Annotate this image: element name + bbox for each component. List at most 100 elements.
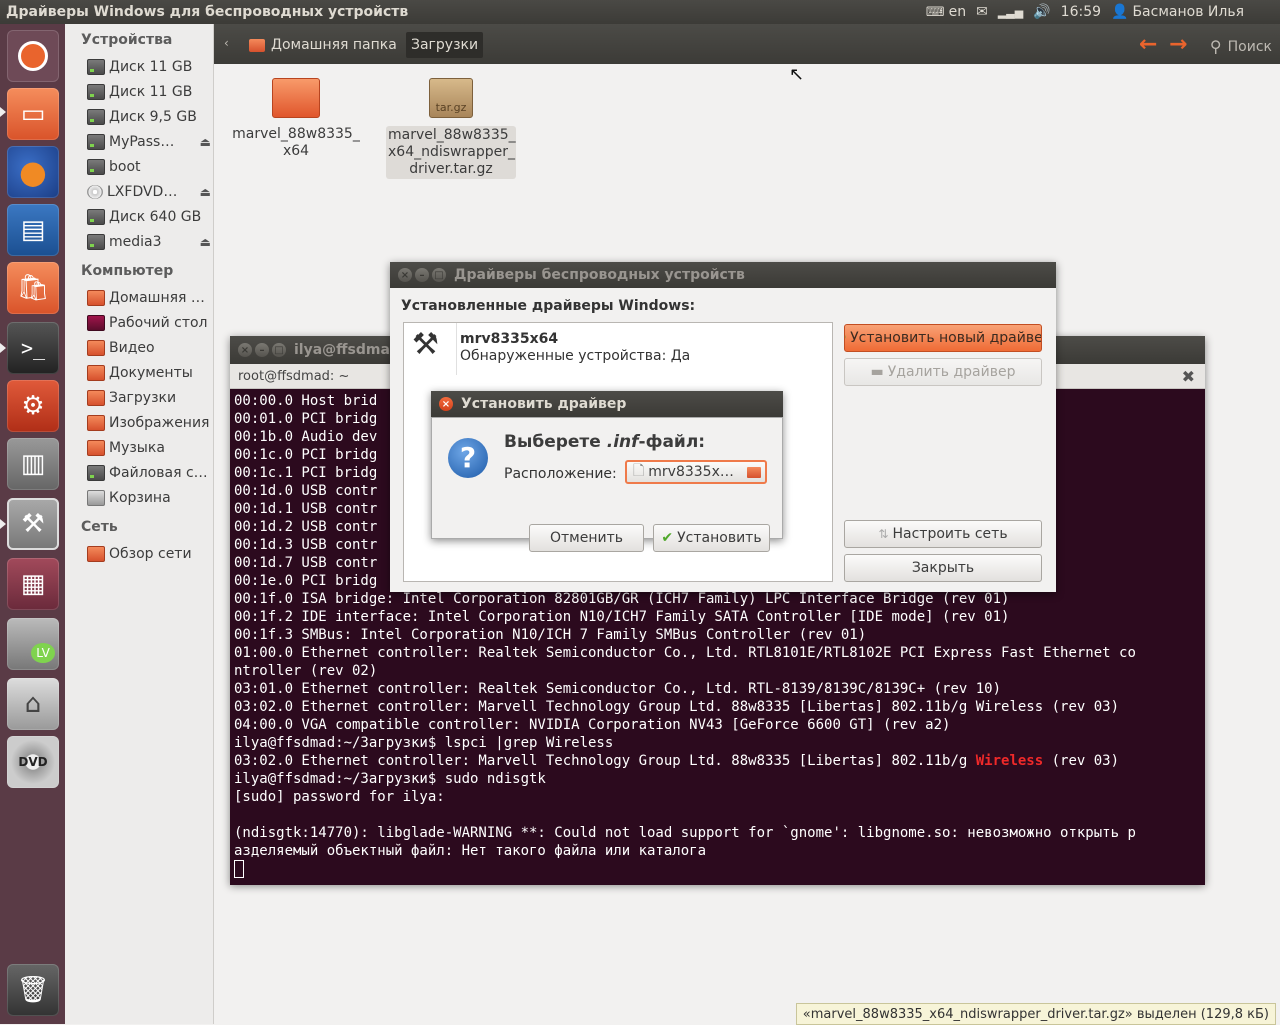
- sidebar-device-item[interactable]: Диск 9,5 GB: [87, 106, 211, 128]
- sidebar-item-label: Видео: [109, 340, 155, 356]
- dash-home-icon[interactable]: [7, 30, 59, 82]
- install-dialog-titlebar[interactable]: × Установить драйвер: [431, 391, 783, 417]
- eject-icon[interactable]: ⏏: [200, 135, 211, 149]
- sidebar-item-network[interactable]: Обзор сети: [87, 543, 211, 565]
- top-panel: Драйверы Windows для беспроводных устрой…: [0, 0, 1280, 24]
- firefox-icon[interactable]: ●: [7, 146, 59, 198]
- user-menu[interactable]: 👤 Басманов Илья: [1111, 4, 1244, 20]
- search-button[interactable]: ⚲ Поиск: [1210, 37, 1272, 56]
- eject-icon[interactable]: ⏏: [200, 235, 211, 249]
- terminal-line: 01:00.0 Ethernet controller: Realtek Sem…: [234, 645, 1136, 661]
- usb-disk-icon[interactable]: ⌂: [7, 678, 59, 730]
- terminal-line: ilya@ffsdmad:~/Загрузки$ lspci |grep Wir…: [234, 735, 614, 751]
- location-file-chooser[interactable]: 🗋 mrv8335x…: [625, 460, 767, 484]
- sidebar-device-item[interactable]: Диск 640 GB: [87, 206, 211, 228]
- file-item-archive[interactable]: tar.gz marvel_88w8335_ x64_ndiswrapper_ …: [386, 78, 516, 179]
- terminal-tab[interactable]: root@ffsdmad: ~: [230, 369, 357, 384]
- install-dialog-title: Установить драйвер: [461, 396, 627, 412]
- cancel-button[interactable]: Отменить: [529, 524, 644, 552]
- trash-icon[interactable]: 🗑: [7, 964, 59, 1016]
- active-window-title: Драйверы Windows для беспроводных устрой…: [6, 4, 409, 20]
- sidebar-place-item[interactable]: Корзина: [87, 487, 211, 509]
- sidebar-device-item[interactable]: boot: [87, 156, 211, 178]
- software-center-icon[interactable]: 🛍: [7, 262, 59, 314]
- minimize-icon[interactable]: –: [415, 268, 429, 282]
- sidebar-item-label: media3: [109, 234, 162, 250]
- search-label: Поиск: [1227, 38, 1272, 55]
- sidebar-place-item[interactable]: Изображения: [87, 412, 211, 434]
- drive-icon: [87, 234, 105, 250]
- crumb-left-arrow[interactable]: ‹: [224, 36, 229, 50]
- install-new-driver-button[interactable]: ✚ Установить новый драйвер: [844, 324, 1042, 352]
- ndisgtk-titlebar[interactable]: × – □ Драйверы беспроводных устройств: [390, 262, 1056, 288]
- close-icon[interactable]: ×: [238, 343, 252, 357]
- sidebar-place-item[interactable]: Музыка: [87, 437, 211, 459]
- keyboard-indicator[interactable]: ⌨ en: [926, 4, 966, 20]
- sidebar-device-item[interactable]: media3 ⏏: [87, 231, 211, 253]
- remove-driver-button[interactable]: ▬ Удалить драйвер: [844, 358, 1042, 386]
- terminal-line: 03:01.0 Ethernet controller: Realtek Sem…: [234, 681, 1002, 697]
- minimize-icon[interactable]: –: [255, 343, 269, 357]
- grep-highlight: Wireless: [975, 753, 1044, 769]
- sidebar-item-label: Рабочий стол: [109, 315, 208, 331]
- files-icon[interactable]: ▭: [7, 88, 59, 140]
- tab-close-icon[interactable]: ✖: [1182, 367, 1195, 386]
- terminal-line: 04:00.0 VGA compatible controller: NVIDI…: [234, 717, 951, 733]
- breadcrumb-current[interactable]: Загрузки: [406, 32, 484, 58]
- sidebar-place-item[interactable]: Домашняя …: [87, 287, 211, 309]
- network-icon[interactable]: ▂▃▅: [998, 6, 1023, 19]
- sidebar-device-item[interactable]: MyPass… ⏏: [87, 131, 211, 153]
- close-icon[interactable]: ×: [398, 268, 412, 282]
- dvd-icon[interactable]: DVD: [7, 736, 59, 788]
- clock[interactable]: 16:59: [1061, 4, 1101, 20]
- sidebar-place-item[interactable]: Видео: [87, 337, 211, 359]
- sidebar-item-label: Корзина: [109, 490, 171, 506]
- sidebar-item-label: LXFDVD…: [107, 184, 178, 200]
- install-dialog-body: ? Выберете .inf-файл: Расположение: 🗋 mr…: [431, 417, 783, 552]
- drive-icon: [87, 159, 105, 175]
- user-icon: 👤: [1111, 4, 1129, 20]
- maximize-icon[interactable]: □: [432, 268, 446, 282]
- terminal-icon[interactable]: >_: [7, 322, 59, 374]
- sidebar-device-item[interactable]: Диск 11 GB: [87, 56, 211, 78]
- network-driver-icon: ⚒: [412, 327, 439, 362]
- configure-network-button[interactable]: ⇅ Настроить сеть: [844, 520, 1042, 548]
- workspace-switcher-icon[interactable]: ▦: [7, 558, 59, 610]
- scanner-icon[interactable]: ▥: [7, 438, 59, 490]
- lv-disk-icon[interactable]: LV: [7, 618, 59, 670]
- drive-icon: [87, 84, 105, 100]
- forward-arrow-icon[interactable]: →: [1169, 32, 1187, 57]
- ndisgtk-icon[interactable]: ⚒: [7, 498, 59, 550]
- file-name: marvel_88w8335_ x64_ndiswrapper_ driver.…: [386, 126, 516, 179]
- sidebar-place-item[interactable]: Документы: [87, 362, 211, 384]
- running-indicator: [0, 343, 6, 353]
- archive-icon: tar.gz: [429, 78, 473, 118]
- sidebar-item-label: Диск 640 GB: [109, 209, 202, 225]
- folder-icon: [87, 390, 105, 406]
- sidebar-place-item[interactable]: Файловая с…: [87, 462, 211, 484]
- file-item-folder[interactable]: marvel_88w8335_ x64: [231, 78, 361, 160]
- sidebar-item-label: Файловая с…: [109, 465, 208, 481]
- system-tray: ⌨ en ✉ ▂▃▅ 🔊 16:59 👤 Басманов Илья: [926, 4, 1244, 20]
- sidebar-place-item[interactable]: Рабочий стол: [87, 312, 211, 334]
- eject-icon[interactable]: ⏏: [200, 185, 211, 199]
- driver-name[interactable]: mrv8335x64: [460, 331, 558, 347]
- close-icon[interactable]: ×: [439, 397, 453, 411]
- sidebar-item-label: Диск 9,5 GB: [109, 109, 197, 125]
- back-arrow-icon[interactable]: ←: [1139, 32, 1157, 57]
- close-button[interactable]: Закрыть: [844, 554, 1042, 582]
- drive-icon: [87, 134, 105, 150]
- text-cursor: [234, 860, 244, 878]
- sidebar-device-item[interactable]: Диск 11 GB: [87, 81, 211, 103]
- sidebar-place-item[interactable]: Загрузки: [87, 387, 211, 409]
- sidebar-device-item[interactable]: LXFDVD… ⏏: [87, 181, 211, 203]
- writer-icon[interactable]: ▤: [7, 204, 59, 256]
- install-button[interactable]: ✔ Установить: [653, 524, 770, 552]
- terminal-line: (ndisgtk:14770): libglade-WARNING **: Co…: [234, 825, 1136, 841]
- volume-icon[interactable]: 🔊: [1033, 4, 1050, 20]
- mail-icon[interactable]: ✉: [976, 4, 988, 20]
- maximize-icon[interactable]: □: [272, 343, 286, 357]
- breadcrumb-home[interactable]: Домашняя папка: [244, 32, 402, 58]
- settings-icon[interactable]: ⚙: [7, 380, 59, 432]
